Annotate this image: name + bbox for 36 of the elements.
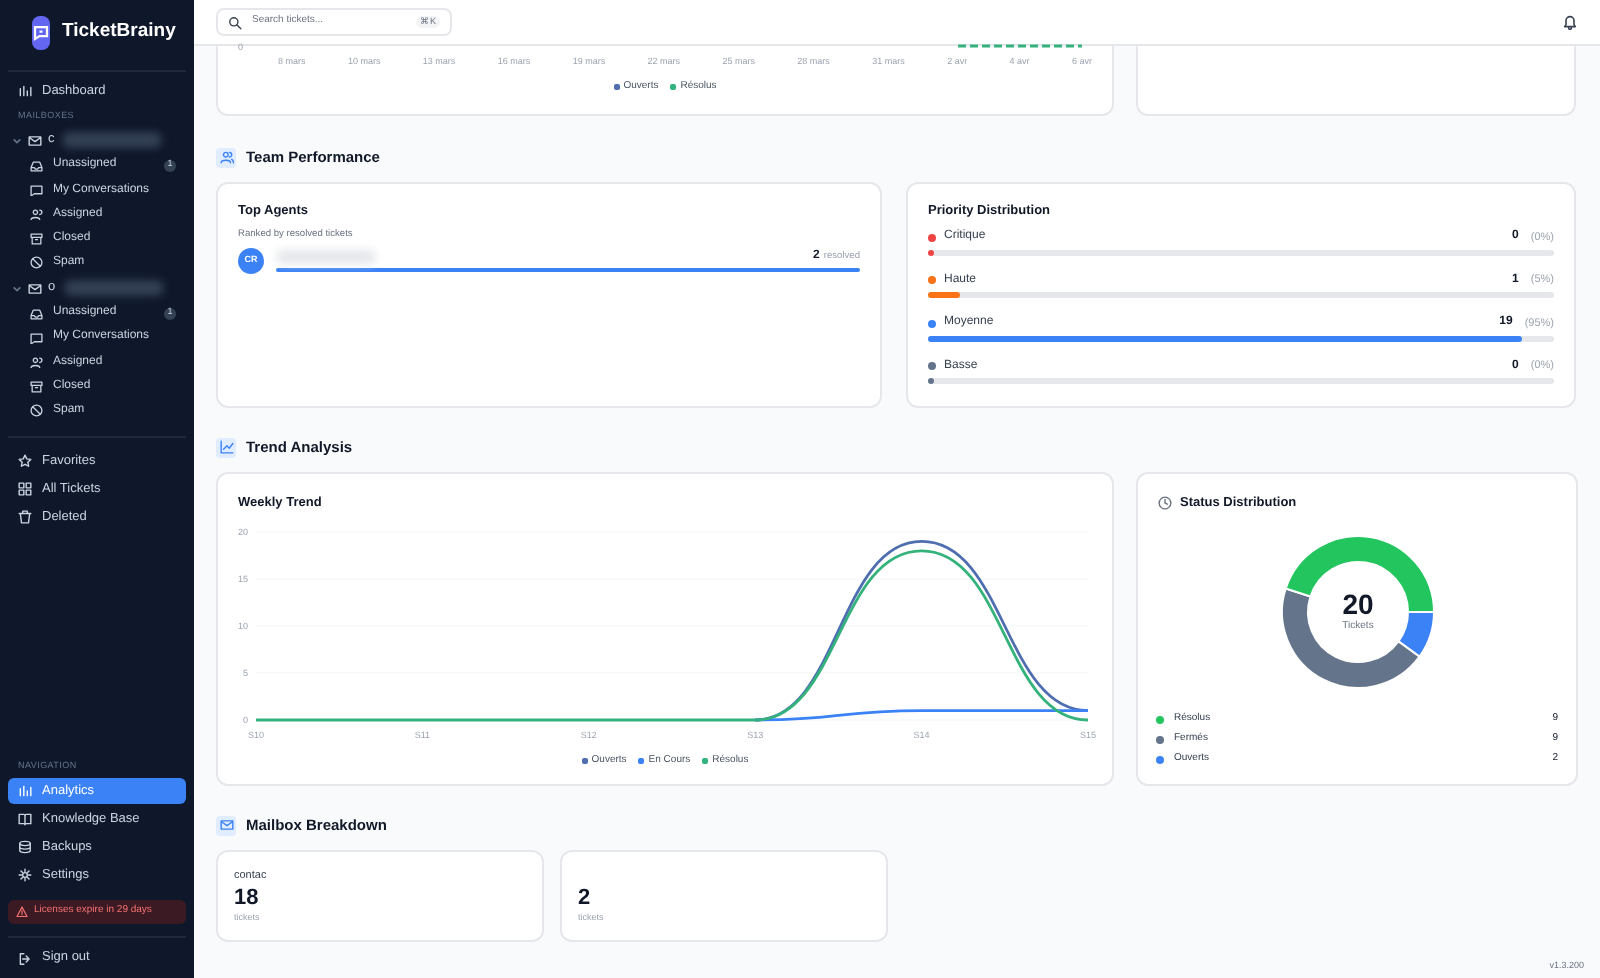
chevron-icon: [12, 135, 22, 146]
inbox-icon: [30, 307, 43, 321]
brand-name: TicketBrainy: [62, 18, 176, 47]
mail-icon: [28, 133, 42, 148]
person-icon: [30, 207, 43, 221]
archive-icon: [30, 232, 43, 246]
database-icon: [18, 840, 32, 854]
person-icon: [30, 355, 43, 369]
blurred-mask: [276, 250, 376, 265]
archive-icon: [30, 380, 43, 394]
search-icon: [228, 15, 242, 29]
bar-chart-icon: [18, 84, 32, 98]
book-icon: [18, 812, 32, 826]
ban-icon: [30, 256, 43, 270]
star-icon: [18, 454, 32, 469]
ticket-count: 18: [234, 886, 261, 912]
blurred-mask: [63, 280, 164, 297]
bell-icon: [1562, 14, 1578, 30]
blurred-mask: [62, 132, 163, 149]
ban-icon: [30, 404, 43, 418]
inbox-icon: [30, 159, 43, 173]
clock-icon: [1158, 496, 1172, 511]
sign-out-icon: [18, 951, 32, 965]
logo-icon: [32, 16, 50, 50]
chevron-icon: [12, 283, 22, 294]
trash-icon: [18, 510, 32, 525]
total-value: 20: [1342, 588, 1374, 620]
ticket-count: 2: [578, 886, 593, 912]
speech-bubble-icon: [30, 331, 43, 345]
settings-icon: [18, 868, 32, 882]
warning-icon: [16, 906, 28, 918]
dashed-line: [958, 44, 1082, 48]
grid-icon: [18, 482, 32, 497]
mail-icon: [28, 281, 42, 296]
speech-bubble-icon: [30, 183, 43, 197]
bar-chart-icon: [18, 784, 32, 798]
